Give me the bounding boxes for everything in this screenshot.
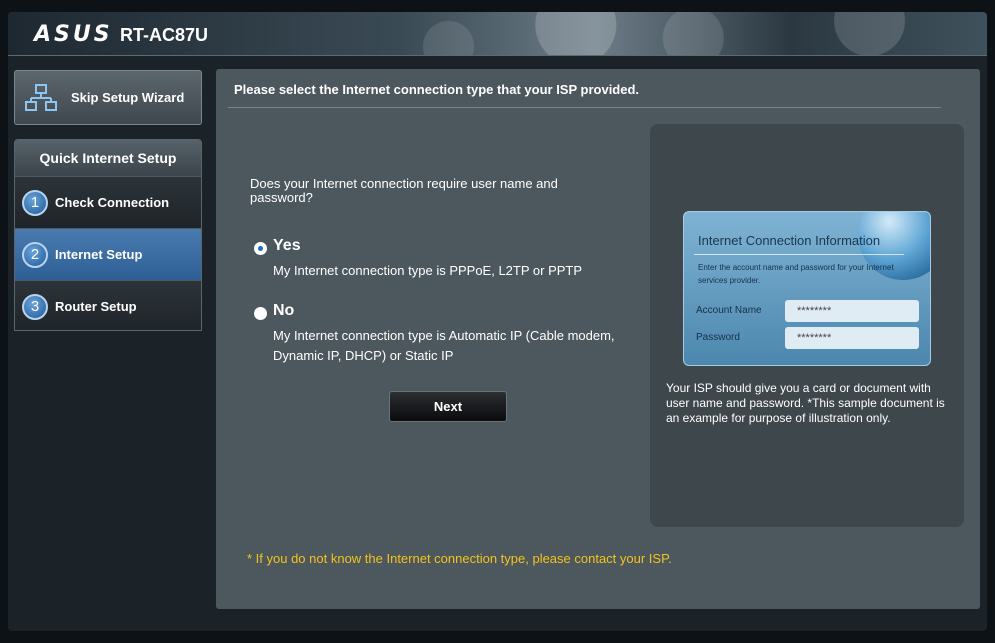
illustration-panel: Internet Connection Information Enter th…: [650, 124, 964, 527]
password-sample: ********: [785, 327, 919, 349]
illustration-note: Your ISP should give you a card or docum…: [666, 381, 945, 425]
card-divider: [694, 254, 904, 255]
step-router-setup[interactable]: 3 Router Setup: [15, 280, 201, 330]
radio-yes[interactable]: [254, 242, 267, 255]
router-setup-window: ASUS RT-AC87U Skip Setup Wizard Quick In…: [8, 12, 987, 631]
page-title: Please select the Internet connection ty…: [234, 82, 640, 97]
step-label: Internet Setup: [55, 247, 143, 262]
option-yes-desc: My Internet connection type is PPPoE, L2…: [273, 263, 583, 278]
account-name-label: Account Name: [696, 305, 762, 316]
quick-internet-setup-menu: Quick Internet Setup 1 Check Connection …: [14, 139, 202, 331]
step-check-connection[interactable]: 1 Check Connection: [15, 176, 201, 228]
step-number-1: 1: [22, 189, 48, 216]
quick-internet-setup-title: Quick Internet Setup: [15, 140, 201, 176]
asus-logo: ASUS: [34, 22, 113, 47]
skip-setup-wizard-label: Skip Setup Wizard: [71, 90, 185, 105]
model-name: RT-AC87U: [120, 25, 209, 45]
option-no-desc: My Internet connection type is Automatic…: [273, 328, 615, 363]
step-label: Router Setup: [55, 299, 137, 314]
account-name-sample: ********: [785, 300, 919, 322]
step-number-2: 2: [22, 241, 48, 268]
option-no-title: No: [273, 302, 295, 319]
step-internet-setup[interactable]: 2 Internet Setup: [15, 228, 201, 280]
radio-no[interactable]: [254, 307, 267, 320]
title-divider: [228, 107, 941, 108]
password-label: Password: [696, 332, 740, 343]
auth-question: Does your Internet connection require us…: [250, 176, 558, 205]
step-label: Check Connection: [55, 195, 170, 210]
main-panel: Please select the Internet connection ty…: [216, 69, 980, 609]
skip-setup-wizard-button[interactable]: Skip Setup Wizard: [14, 70, 202, 125]
next-button[interactable]: Next: [389, 391, 507, 422]
network-icon: [25, 83, 57, 111]
header-bar: ASUS RT-AC87U: [8, 12, 987, 56]
card-description: Enter the account name and password for …: [698, 263, 894, 285]
step-number-3: 3: [22, 293, 48, 320]
option-yes-title: Yes: [273, 237, 301, 254]
card-title: Internet Connection Information: [698, 233, 881, 248]
sample-isp-card: Internet Connection Information Enter th…: [683, 211, 931, 366]
isp-footnote: * If you do not know the Internet connec…: [247, 551, 672, 566]
